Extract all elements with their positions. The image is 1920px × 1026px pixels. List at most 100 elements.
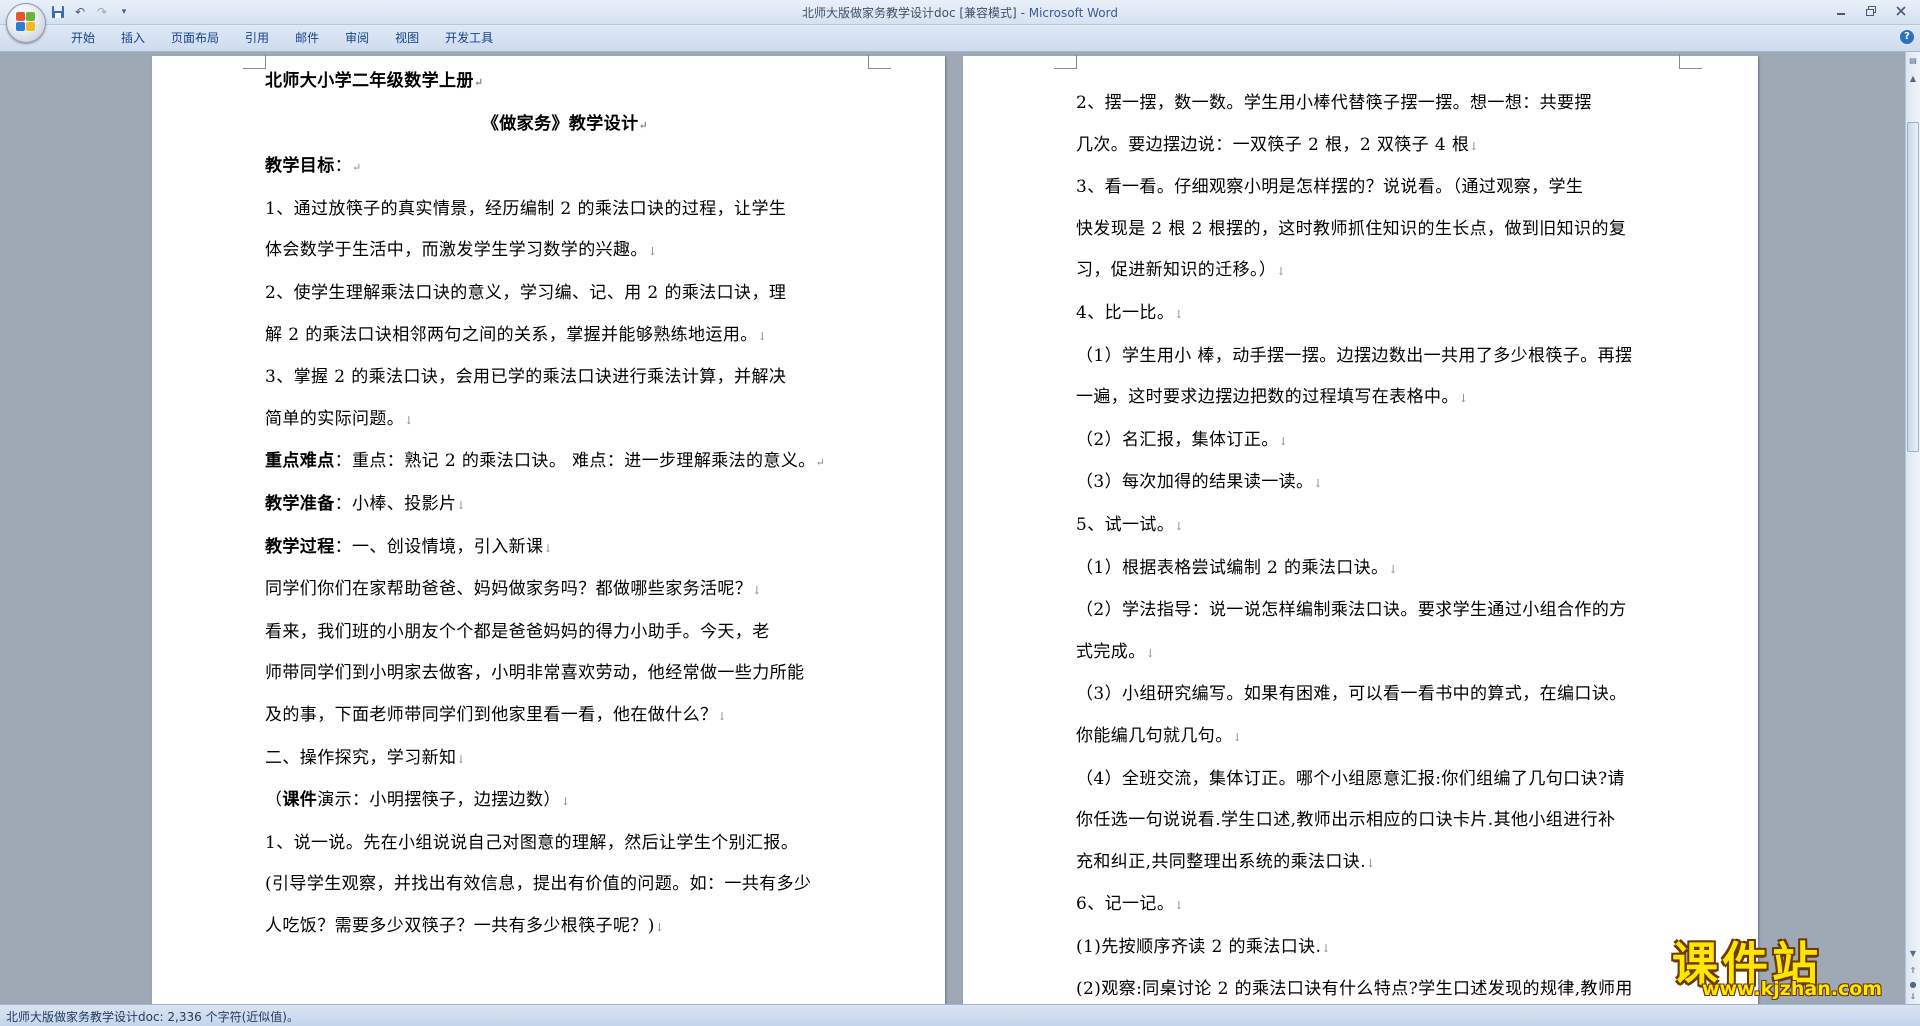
paragraph-mark: ↵ [352, 161, 362, 175]
document-line: 《做家务》教学设计↵ [265, 104, 865, 147]
line-text: ：重点：熟记 2 的乘法口诀。 难点：进一步理解乘法的意义。 [334, 451, 816, 472]
right-page-content: 2、摆一摆，数一数。学生用小棒代替筷子摆一摆。想一想：共要摆 几次。要边摆边说：一… [1076, 83, 1676, 1004]
line-text: 你能编几句就几句。 [1076, 725, 1233, 746]
document-line: 简单的实际问题。↓ [265, 399, 865, 442]
tab-5[interactable]: 审阅 [332, 30, 382, 46]
scroll-up-icon[interactable]: ▲ [1907, 72, 1919, 86]
paragraph-mark: ↓ [654, 920, 665, 934]
document-line: （课件演示：小明摆筷子，边摆边数）↓ [265, 780, 865, 823]
line-text: 演示：小明摆筷子，边摆边数） [317, 790, 561, 811]
next-page-icon[interactable]: ⇓ [1907, 990, 1919, 1004]
crop-mark [1054, 54, 1077, 69]
line-text: 人吃饭？需要多少双筷子？一共有多少根筷子呢？) [265, 915, 655, 936]
paragraph-mark: ↓ [757, 329, 768, 343]
paragraph-mark: ↓ [1276, 265, 1286, 279]
help-icon[interactable]: ? [1900, 30, 1914, 44]
document-line: 师带同学们到小明家去做客，小明非常喜欢劳动，他经常做一些力所能 [265, 653, 865, 695]
line-text: （1）根据表格尝试编制 2 的乘法口诀。 [1076, 557, 1389, 578]
minimize-icon[interactable] [1828, 2, 1854, 20]
line-text: （3）每次加得的结果读一读。 [1076, 472, 1314, 493]
paragraph-mark: ↓ [1313, 477, 1324, 491]
previous-page-icon[interactable]: ⇑ [1907, 964, 1919, 978]
document-line: （4）全班交流，集体订正。哪个小组愿意汇报:你们组编了几句口诀?请 [1076, 759, 1676, 801]
document-line: 体会数学于生活中，而激发学生学习数学的兴趣。↓ [265, 230, 865, 273]
line-text: 1、说一说。先在小组说说自己对图意的理解，然后让学生个别汇报。 [265, 832, 799, 853]
document-line: （1）根据表格尝试编制 2 的乘法口诀。↓ [1076, 548, 1676, 591]
line-text: (2)观察:同桌讨论 2 的乘法口诀有什么特点?学生口述发现的规律,教师用 [1076, 979, 1633, 1000]
line-text: (1)先按顺序齐读 2 的乘法口诀. [1076, 936, 1322, 957]
document-line: 3、看一看。仔细观察小明是怎样摆的？说说看。（通过观察，学生 [1076, 167, 1676, 209]
paragraph-mark: ↓ [717, 709, 728, 723]
line-text: 快发现是 2 根 2 根摆的，这时教师抓住知识的生长点，做到旧知识的复 [1076, 218, 1627, 239]
line-text: (引导学生观察，并找出有效信息，提出有价值的问题。如：一共有多少 [265, 874, 812, 895]
document-line: 你任选一句说说看.学生口述,教师出示相应的口诀卡片.其他小组进行补 [1076, 800, 1676, 842]
document-line: 及的事，下面老师带同学们到他家里看一看，他在做什么？↓ [265, 695, 865, 738]
document-line: 2、摆一摆，数一数。学生用小棒代替筷子摆一摆。想一想：共要摆 [1076, 83, 1676, 125]
document-line: 你能编几句就几句。↓ [1076, 716, 1676, 759]
tab-3[interactable]: 引用 [232, 30, 282, 46]
office-button[interactable] [6, 3, 46, 43]
document-line: 一遍，这时要求边摆边把数的过程填写在表格中。↓ [1076, 377, 1676, 420]
document-line: （3）每次加得的结果读一读。↓ [1076, 462, 1676, 505]
title-separator: - [1016, 6, 1029, 20]
status-bar: 北师大版做家务教学设计doc: 2,336 个字符(近似值)。 [0, 1004, 1920, 1026]
document-line: 二、操作探究，学习新知↓ [265, 738, 865, 781]
title-bar: ↶ ↷ ▾ 北师大版做家务教学设计doc [兼容模式] - Microsoft … [0, 0, 1920, 25]
paragraph-mark: ↓ [1321, 941, 1331, 955]
paragraph-mark: ↓ [1388, 562, 1399, 576]
paragraph-mark: ↓ [1174, 519, 1184, 533]
paragraph-mark: ↵ [473, 76, 484, 89]
document-line: 教学准备：小棒、投影片↓ [265, 484, 865, 527]
paragraph-mark: ↓ [1232, 730, 1243, 744]
paragraph-mark: ↓ [752, 584, 762, 598]
document-line: 重点难点：重点：熟记 2 的乘法口诀。 难点：进一步理解乘法的意义。↵ [265, 441, 865, 484]
document-line: 3、掌握 2 的乘法口诀，会用已学的乘法口诀进行乘法计算，并解决 [265, 357, 865, 399]
vertical-scrollbar[interactable]: ▤ ▲ ▼ ⇑ ● ⇓ [1905, 52, 1920, 1004]
line-text: 同学们你们在家帮助爸爸、妈妈做家务吗？都做哪些家务活呢？ [265, 579, 753, 600]
line-label: 教学过程 [265, 536, 335, 557]
tab-0[interactable]: 开始 [58, 30, 108, 46]
ruler-toggle-icon[interactable]: ▤ [1907, 54, 1919, 68]
line-text: ：一、创设情境，引入新课 [334, 536, 544, 557]
watermark-logo: 课件站 www.kjzhan.com [1672, 928, 1902, 1000]
line-text: （2）名汇报，集体订正。 [1076, 429, 1279, 450]
restore-icon[interactable] [1858, 2, 1884, 20]
watermark-url: www.kjzhan.com [1702, 978, 1883, 1000]
line-text: 你任选一句说说看.学生口述,教师出示相应的口诀卡片.其他小组进行补 [1076, 810, 1616, 831]
page-left[interactable]: 北师大小学二年级数学上册↵ 《做家务》教学设计↵ 教学目标：↵ 1、通过放筷子的真实… [152, 54, 945, 1004]
document-area[interactable]: 北师大小学二年级数学上册↵ 《做家务》教学设计↵ 教学目标：↵ 1、通过放筷子的真实… [0, 52, 1906, 1004]
line-text: 4、比一比。 [1076, 302, 1175, 323]
document-line: 教学过程：一、创设情境，引入新课↓ [265, 527, 865, 570]
paragraph-mark: ↓ [1174, 899, 1184, 913]
scroll-thumb[interactable] [1907, 122, 1919, 452]
scroll-down-icon[interactable]: ▼ [1907, 947, 1919, 961]
paragraph-mark: ↓ [543, 541, 554, 555]
line-label: 教学准备 [265, 493, 335, 514]
line-text: 解 2 的乘法口诀相邻两句之间的关系，掌握并能够熟练地运用。 [265, 324, 758, 345]
line-label: 教学目标 [265, 156, 335, 177]
tab-1[interactable]: 插入 [108, 30, 158, 46]
document-line: 式完成。↓ [1076, 632, 1676, 675]
line-text: 2、摆一摆，数一数。学生用小棒代替筷子摆一摆。想一想：共要摆 [1076, 93, 1592, 113]
paragraph-mark: ↵ [815, 456, 826, 470]
line-text: 5、试一试。 [1076, 514, 1175, 535]
line-text: （1）学生用小 棒，动手摆一摆。边摆边数出一共用了多少根筷子。再摆 [1076, 345, 1633, 366]
line-text: 习，促进新知识的迁移。） [1076, 260, 1277, 281]
line-label: 重点难点 [265, 451, 335, 472]
document-line: （2）名汇报，集体订正。↓ [1076, 420, 1676, 463]
page-right[interactable]: 2、摆一摆，数一数。学生用小棒代替筷子摆一摆。想一想：共要摆 几次。要边摆边说：一… [963, 54, 1758, 1004]
tab-6[interactable]: 视图 [382, 30, 432, 46]
window-title: 北师大版做家务教学设计doc [兼容模式] - Microsoft Word [0, 4, 1920, 21]
close-icon[interactable] [1888, 2, 1914, 20]
document-line: 2、使学生理解乘法口诀的意义，学习编、记、用 2 的乘法口诀，理 [265, 273, 865, 315]
tab-2[interactable]: 页面布局 [158, 30, 232, 46]
paragraph-mark: ↓ [404, 413, 414, 427]
line-text: 一遍，这时要求边摆边把数的过程填写在表格中。 [1076, 387, 1459, 408]
document-line: 北师大小学二年级数学上册↵ [265, 61, 865, 104]
tab-7[interactable]: 开发工具 [432, 30, 506, 46]
line-text: （4）全班交流，集体订正。哪个小组愿意汇报:你们组编了几句口诀?请 [1076, 768, 1625, 789]
paragraph-mark: ↵ [638, 118, 649, 132]
ribbon-tabs: 开始 插入 页面布局 引用 邮件 审阅 视图 开发工具 ? [0, 25, 1920, 52]
tab-4[interactable]: 邮件 [282, 30, 332, 46]
document-line: 习，促进新知识的迁移。）↓ [1076, 250, 1676, 293]
